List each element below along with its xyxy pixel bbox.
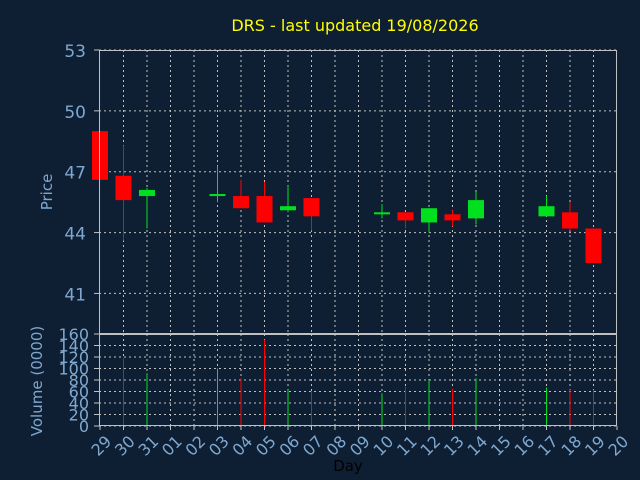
- candle-body: [374, 212, 390, 215]
- candle-body: [468, 200, 484, 219]
- candle-body: [585, 228, 602, 263]
- candle-body: [303, 198, 320, 217]
- volume-tick-label: 160: [58, 325, 89, 344]
- price-tick-label: 50: [64, 103, 86, 123]
- candle-body: [280, 206, 296, 211]
- candle-body: [421, 208, 437, 223]
- candle: [585, 228, 602, 263]
- candle-body: [538, 206, 555, 217]
- candle-body: [562, 212, 578, 229]
- price-tick-label: 47: [64, 164, 86, 184]
- price-tick-label: 41: [64, 285, 86, 305]
- price-axis-label: Price: [38, 174, 56, 211]
- stock-chart: DRS - last updated 19/08/2026 41 44 47 50 53…: [0, 0, 640, 480]
- candle-body: [139, 189, 155, 197]
- price-tick-label: 53: [64, 42, 86, 62]
- candle-body: [209, 194, 226, 197]
- price-tick-label: 44: [64, 225, 86, 245]
- x-axis-label: Day: [333, 457, 363, 475]
- candle-body: [444, 214, 461, 221]
- candle-body: [397, 212, 414, 221]
- price-panel: 41 44 47 50 53: [64, 42, 617, 334]
- chart-title: DRS - last updated 19/08/2026: [231, 16, 478, 35]
- candle-body: [256, 196, 273, 223]
- candle-body: [233, 196, 249, 209]
- volume-axis-label: Volume (0000): [28, 326, 46, 436]
- candle-body: [115, 175, 132, 201]
